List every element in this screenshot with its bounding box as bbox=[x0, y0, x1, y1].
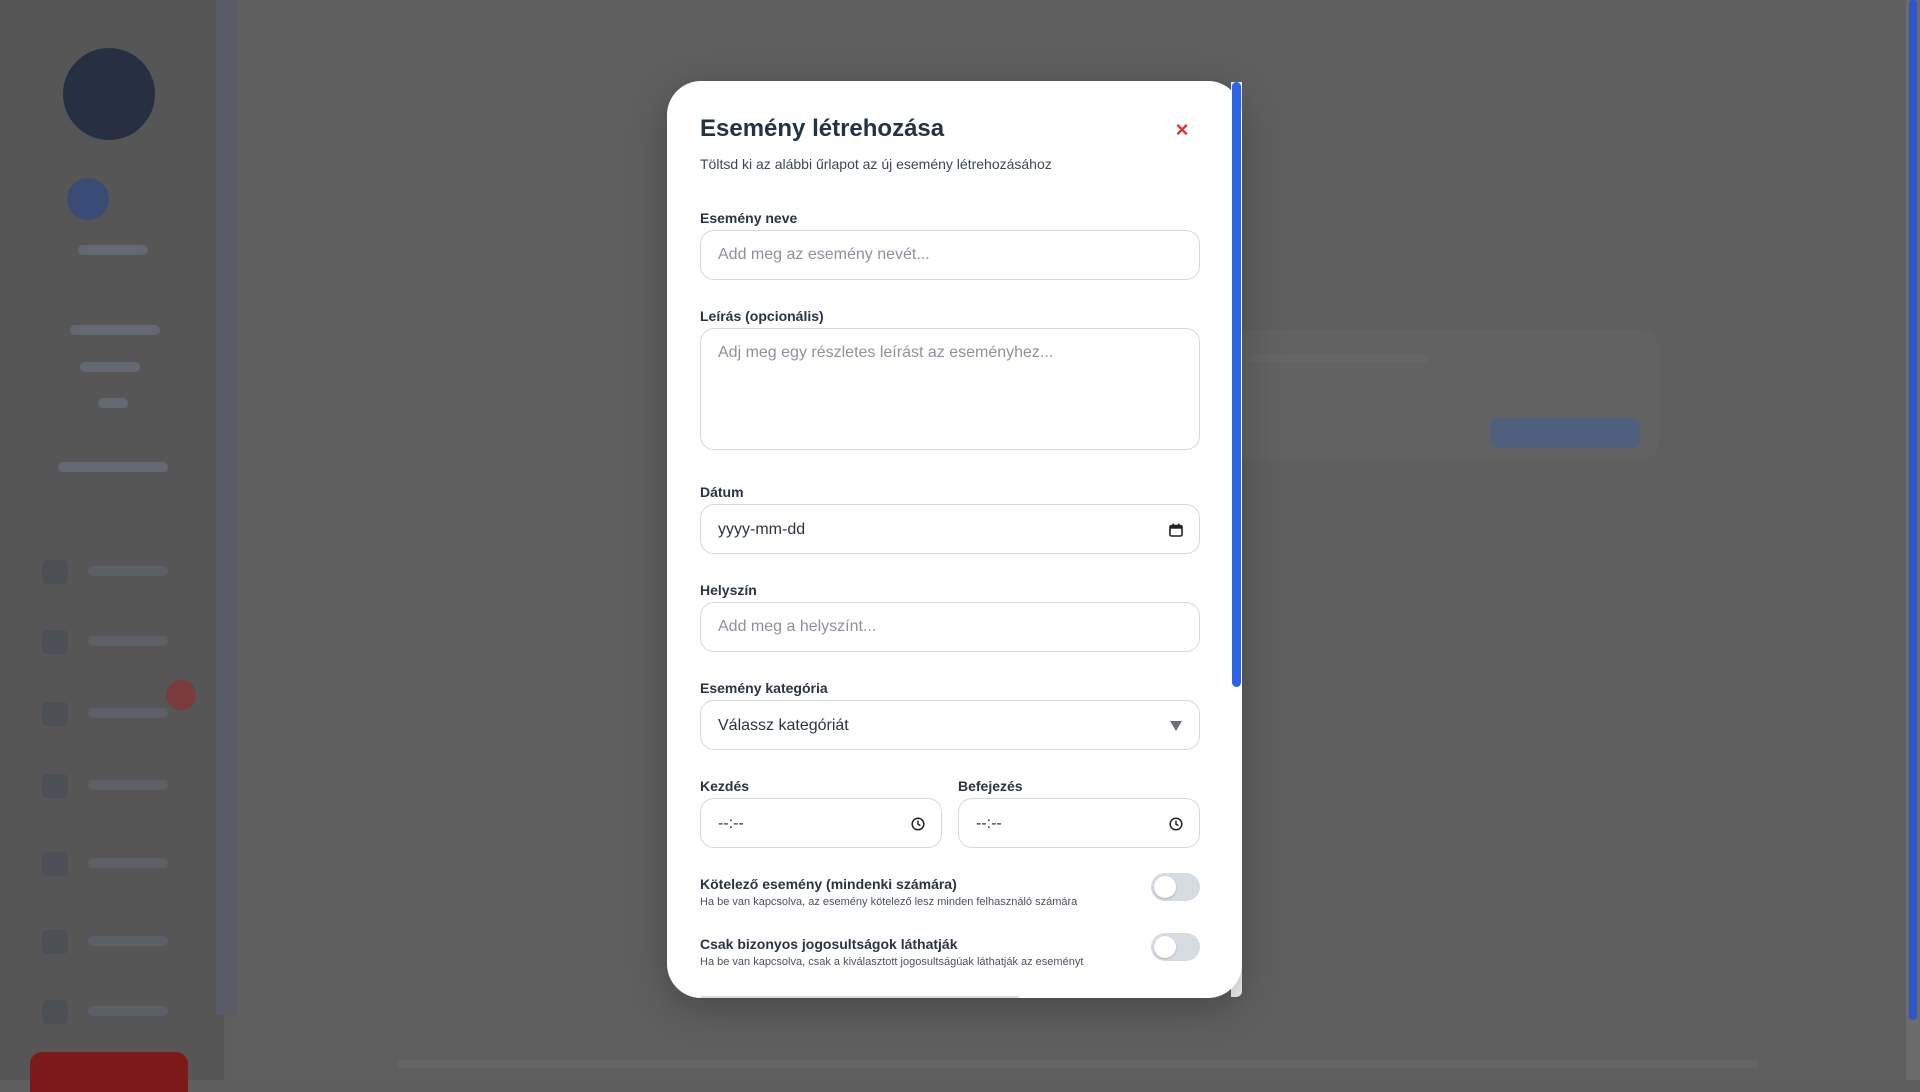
location-input[interactable] bbox=[700, 602, 1200, 652]
start-time-value: --:-- bbox=[718, 815, 744, 832]
category-value: Válassz kategóriát bbox=[718, 717, 849, 734]
clock-icon[interactable] bbox=[911, 799, 925, 849]
start-time-label: Kezdés bbox=[700, 778, 750, 794]
description-label: Leírás (opcionális) bbox=[700, 308, 824, 324]
background-text bbox=[398, 1060, 1758, 1068]
sidebar-text bbox=[78, 245, 148, 255]
sidebar-rail bbox=[216, 0, 238, 1015]
restricted-visibility-toggle[interactable] bbox=[1151, 933, 1200, 961]
sidebar-text bbox=[70, 325, 160, 335]
logout-button[interactable] bbox=[30, 1052, 188, 1092]
sidebar-item-label bbox=[88, 936, 168, 946]
page-scrollbar[interactable] bbox=[1906, 0, 1920, 1080]
sidebar-item-icon bbox=[42, 560, 68, 584]
close-button[interactable]: × bbox=[1167, 115, 1197, 145]
avatar bbox=[63, 48, 155, 140]
calendar-icon[interactable] bbox=[1169, 505, 1183, 555]
sidebar bbox=[0, 0, 224, 1092]
sidebar-item-icon bbox=[42, 1000, 68, 1024]
clipped-toggle-row bbox=[700, 996, 1020, 998]
sidebar-item[interactable] bbox=[42, 626, 192, 658]
toggle-description: Ha be van kapcsolva, az esemény kötelező… bbox=[700, 896, 1078, 908]
toggle-knob bbox=[1154, 876, 1176, 898]
date-label: Dátum bbox=[700, 484, 744, 500]
sidebar-item[interactable] bbox=[42, 926, 192, 958]
category-select[interactable]: Válassz kategóriát bbox=[700, 700, 1200, 750]
mandatory-event-toggle[interactable] bbox=[1151, 873, 1200, 901]
modal-title: Esemény létrehozása bbox=[700, 115, 945, 142]
clock-icon[interactable] bbox=[1169, 799, 1183, 849]
close-icon: × bbox=[1175, 117, 1189, 142]
create-event-modal: Esemény létrehozása Töltsd ki az alábbi … bbox=[667, 81, 1242, 998]
background-button bbox=[1490, 418, 1640, 448]
sidebar-item-label bbox=[88, 566, 168, 576]
sidebar-item-icon bbox=[42, 930, 68, 954]
sidebar-item-label bbox=[88, 1006, 168, 1016]
description-textarea[interactable] bbox=[700, 328, 1200, 450]
end-time-value: --:-- bbox=[976, 815, 1002, 832]
modal-subtitle: Töltsd ki az alábbi űrlapot az új esemén… bbox=[700, 156, 1052, 172]
sidebar-item[interactable] bbox=[42, 770, 192, 802]
end-time-input[interactable]: --:-- bbox=[958, 798, 1200, 848]
sidebar-item[interactable] bbox=[42, 556, 192, 588]
notification-badge bbox=[166, 680, 196, 710]
sidebar-text bbox=[58, 462, 168, 472]
sidebar-item-label bbox=[88, 780, 168, 790]
sidebar-item-icon bbox=[42, 774, 68, 798]
event-name-input[interactable] bbox=[700, 230, 1200, 280]
toggle-description: Ha be van kapcsolva, csak a kiválasztott… bbox=[700, 956, 1084, 968]
background-text bbox=[1248, 355, 1428, 363]
toggle-title: Kötelező esemény (mindenki számára) bbox=[700, 876, 957, 892]
sidebar-item-icon bbox=[42, 630, 68, 654]
sidebar-item[interactable] bbox=[42, 848, 192, 880]
toggle-knob bbox=[1154, 936, 1176, 958]
page-scrollbar-thumb[interactable] bbox=[1909, 0, 1917, 1020]
location-label: Helyszín bbox=[700, 582, 757, 598]
sidebar-text bbox=[80, 362, 140, 372]
sidebar-item-icon bbox=[42, 702, 68, 726]
sidebar-item[interactable] bbox=[42, 996, 192, 1028]
sidebar-item-label bbox=[88, 636, 168, 646]
sidebar-text bbox=[98, 398, 128, 408]
start-time-input[interactable]: --:-- bbox=[700, 798, 942, 848]
event-name-label: Esemény neve bbox=[700, 210, 798, 226]
date-input[interactable]: yyyy-mm-dd bbox=[700, 504, 1200, 554]
category-label: Esemény kategória bbox=[700, 680, 828, 696]
modal-scrollbar-thumb[interactable] bbox=[1232, 82, 1241, 687]
toggle-title: Csak bizonyos jogosultságok láthatják bbox=[700, 936, 958, 952]
sidebar-item-label bbox=[88, 708, 168, 718]
sidebar-item-icon bbox=[42, 852, 68, 876]
status-dot bbox=[67, 178, 109, 220]
sidebar-item-label bbox=[88, 858, 168, 868]
end-time-label: Befejezés bbox=[958, 778, 1023, 794]
date-value: yyyy-mm-dd bbox=[718, 521, 806, 538]
chevron-down-icon bbox=[1169, 701, 1183, 751]
